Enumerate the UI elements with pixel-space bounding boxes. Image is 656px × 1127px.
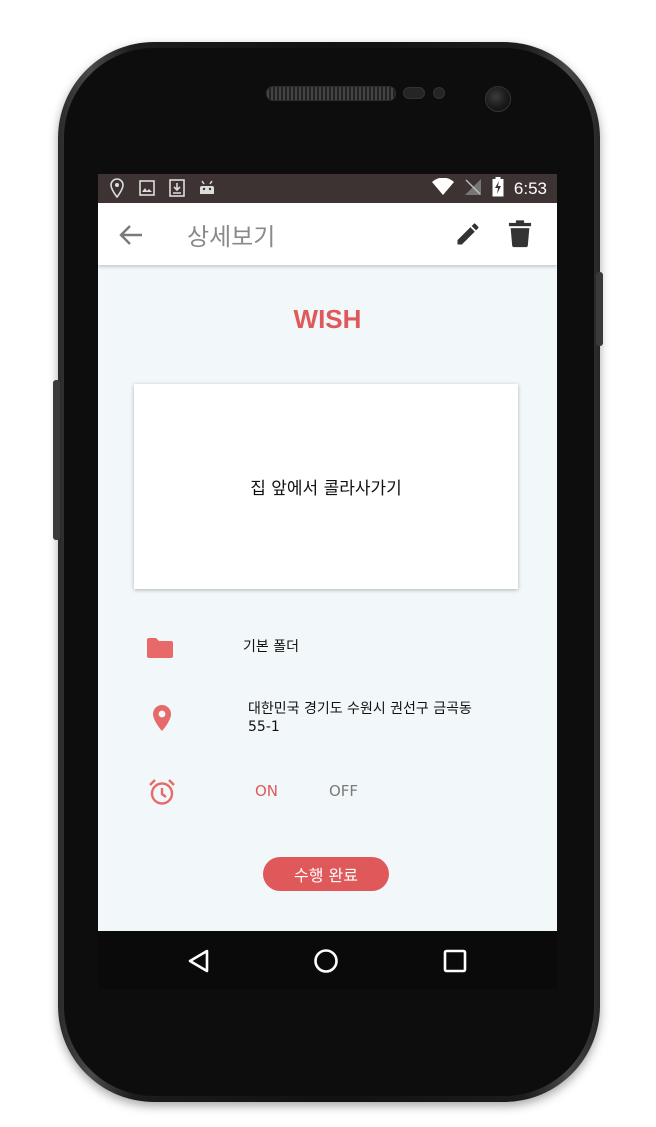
pencil-icon: [457, 223, 479, 245]
download-icon: [168, 178, 186, 198]
location-pin-icon: [148, 704, 176, 732]
navigation-bar: [98, 931, 557, 989]
alarm-on-button[interactable]: ON: [255, 782, 278, 800]
complete-button[interactable]: 수행 완료: [263, 857, 389, 891]
edit-button[interactable]: [454, 220, 482, 248]
power-button: [596, 272, 603, 346]
folder-name: 기본 폴더: [243, 639, 299, 655]
no-signal-icon: [464, 178, 482, 200]
trash-icon: [508, 220, 532, 248]
alarm-clock-icon: [148, 778, 176, 806]
status-bar: 6:53: [98, 174, 557, 203]
status-clock: 6:53: [513, 179, 547, 198]
arrow-left-icon: [119, 225, 142, 245]
alarm-off-button[interactable]: OFF: [329, 782, 358, 800]
proximity-sensor: [403, 87, 425, 99]
address-text: 대한민국 경기도 수원시 권선구 금곡동 55-1: [248, 701, 472, 735]
folder-icon: [146, 634, 174, 662]
back-button[interactable]: [118, 222, 144, 248]
nav-home-button[interactable]: [312, 947, 340, 975]
image-icon: [138, 178, 156, 198]
category-title: WISH: [293, 304, 362, 334]
recent-square-icon: [443, 949, 467, 973]
nav-recent-button[interactable]: [441, 947, 469, 975]
location-icon: [108, 178, 126, 198]
back-triangle-icon: [188, 949, 209, 973]
content-text: 집 앞에서 콜라사가기: [250, 479, 402, 499]
light-sensor: [433, 87, 445, 99]
page-title: 상세보기: [187, 223, 276, 251]
wifi-icon: [431, 177, 454, 200]
android-icon: [198, 178, 216, 198]
screen: 6:53 상세보기 WISH 집 앞에서 콜라사가기 기본 폴더 대한민국 경기…: [98, 174, 557, 989]
app-bar: 상세보기: [98, 203, 557, 265]
earpiece-speaker: [266, 86, 396, 101]
nav-back-button[interactable]: [185, 947, 213, 975]
delete-button[interactable]: [508, 220, 532, 248]
front-camera: [485, 86, 511, 112]
volume-button: [53, 380, 60, 540]
battery-charging-icon: [492, 177, 504, 201]
content-card: 집 앞에서 콜라사가기: [134, 384, 518, 589]
home-circle-icon: [314, 949, 338, 973]
